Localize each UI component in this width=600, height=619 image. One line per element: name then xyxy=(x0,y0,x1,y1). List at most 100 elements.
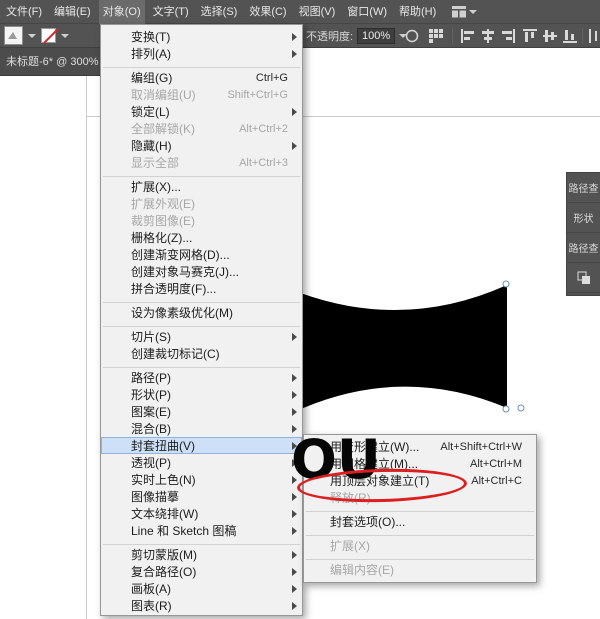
menu-item[interactable]: 复合路径(O) xyxy=(101,563,302,580)
submenu-item[interactable]: 封套选项(O)... xyxy=(304,513,536,530)
menu-item[interactable]: 画板(A) xyxy=(101,580,302,597)
menu-item[interactable]: 创建渐变网格(D)... xyxy=(101,246,302,263)
menu-item[interactable]: 拼合透明度(F)... xyxy=(101,280,302,297)
menu-item[interactable]: 编组(G) Ctrl+G xyxy=(101,69,302,86)
object-menu: 变换(T) 排列(A) 编组(G) Ctrl+G xyxy=(100,24,303,616)
tool-options-caret-icon[interactable] xyxy=(28,34,36,38)
menu-separator xyxy=(304,506,536,513)
menu-separator xyxy=(101,297,302,304)
menu-bar: 文件(F) 编辑(E) 对象(O) 文字(T) 选择(S) 效果(C) 视图(V… xyxy=(0,0,600,24)
menu-item-label: 栅格化(Z)... xyxy=(131,229,192,246)
menu-item-label: 设为像素级优化(M) xyxy=(131,304,233,321)
menu-item-label: 排列(A) xyxy=(131,45,171,62)
menubar-item[interactable]: 文件(F) xyxy=(2,0,46,24)
menu-item[interactable]: 隐藏(H) xyxy=(101,137,302,154)
selection-handle[interactable] xyxy=(503,281,509,287)
menu-item-label: 扩展外观(E) xyxy=(131,195,195,212)
submenu-arrow-icon xyxy=(292,108,297,116)
align-center-horizontal-icon[interactable] xyxy=(480,28,496,44)
selection-handle[interactable] xyxy=(503,406,509,412)
submenu-arrow-icon xyxy=(292,585,297,593)
menu-item[interactable]: 图像描摹 xyxy=(101,488,302,505)
menu-item[interactable]: 创建裁切标记(C) xyxy=(101,345,302,362)
menu-item[interactable]: 设为像素级优化(M) xyxy=(101,304,302,321)
document-tab[interactable]: 未标题-6* @ 300% xyxy=(0,48,104,76)
menubar-item[interactable]: 效果(C) xyxy=(245,0,290,24)
fill-caret-icon[interactable] xyxy=(61,34,69,38)
submenu-arrow-icon xyxy=(292,142,297,150)
menu-item: 裁剪图像(E) xyxy=(101,212,302,229)
menu-item[interactable]: 图案(E) xyxy=(101,403,302,420)
menu-item[interactable]: 剪切蒙版(M) xyxy=(101,546,302,563)
menu-item-shortcut: Alt+Ctrl+2 xyxy=(239,123,296,135)
menubar-item[interactable]: 帮助(H) xyxy=(395,0,440,24)
pathfinder-panel-button[interactable] xyxy=(567,263,600,293)
menu-item[interactable]: 封套扭曲(V) xyxy=(101,437,302,454)
menu-item-label: 透视(P) xyxy=(131,454,171,471)
bowtie-shape[interactable] xyxy=(280,275,530,420)
submenu-arrow-icon xyxy=(292,408,297,416)
submenu-arrow-icon xyxy=(292,391,297,399)
dock-panel-button[interactable]: 路径查 xyxy=(567,173,600,203)
dock-panel-label: 形状 xyxy=(574,210,594,225)
align-bottom-icon[interactable] xyxy=(562,28,578,44)
menu-item[interactable]: 文本绕排(W) xyxy=(101,505,302,522)
menu-item-label: 变换(T) xyxy=(131,28,170,45)
toolbar-separator xyxy=(452,28,453,44)
artboard-left-edge xyxy=(86,48,87,619)
align-left-icon[interactable] xyxy=(460,28,476,44)
menu-item[interactable]: 混合(B) xyxy=(101,420,302,437)
submenu-item-label: 扩展(X) xyxy=(330,537,370,554)
menu-item[interactable]: 形状(P) xyxy=(101,386,302,403)
menu-item-label: 封套扭曲(V) xyxy=(131,437,195,454)
menu-item[interactable]: 图表(R) xyxy=(101,597,302,614)
align-middle-vertical-icon[interactable] xyxy=(542,28,558,44)
align-top-icon[interactable] xyxy=(522,28,538,44)
menubar-item[interactable]: 选择(S) xyxy=(197,0,242,24)
menubar-item[interactable]: 窗口(W) xyxy=(343,0,391,24)
menu-item[interactable]: 路径(P) xyxy=(101,369,302,386)
menu-separator xyxy=(304,530,536,537)
menu-item-label: 编组(G) xyxy=(131,69,172,86)
menu-item-shortcut: Shift+Ctrl+G xyxy=(227,89,296,101)
shape-circle-icon[interactable] xyxy=(404,28,420,44)
tool-options-thumbnail[interactable] xyxy=(4,26,23,45)
submenu-arrow-icon xyxy=(292,551,297,559)
distribute-icon[interactable] xyxy=(588,28,600,44)
menu-item[interactable]: 锁定(L) xyxy=(101,103,302,120)
fill-none-swatch[interactable] xyxy=(41,28,56,43)
align-artboard-icon[interactable] xyxy=(428,28,444,44)
menu-item-label: 画板(A) xyxy=(131,580,171,597)
selection-handle[interactable] xyxy=(518,405,524,411)
chevron-down-icon xyxy=(469,10,477,14)
submenu-item-label: 释放(R) xyxy=(330,489,371,506)
align-right-icon[interactable] xyxy=(500,28,516,44)
menu-separator xyxy=(101,171,302,178)
opacity-value-input[interactable]: 100% xyxy=(357,28,395,44)
illustrator-window: 文件(F) 编辑(E) 对象(O) 文字(T) 选择(S) 效果(C) 视图(V… xyxy=(0,0,600,619)
dock-panel-button[interactable]: 路径查 xyxy=(567,233,600,263)
menubar-item[interactable]: 编辑(E) xyxy=(50,0,95,24)
menu-item[interactable]: Line 和 Sketch 图稿 xyxy=(101,522,302,539)
menu-item[interactable]: 变换(T) xyxy=(101,28,302,45)
menu-item[interactable]: 切片(S) xyxy=(101,328,302,345)
menubar-item[interactable]: 文字(T) xyxy=(149,0,193,24)
menubar-item[interactable]: 视图(V) xyxy=(295,0,340,24)
menu-separator xyxy=(101,362,302,369)
menu-item[interactable]: 创建对象马赛克(J)... xyxy=(101,263,302,280)
workspace-switcher[interactable] xyxy=(452,6,477,18)
menu-item-label: 路径(P) xyxy=(131,369,171,386)
submenu-item: 扩展(X) xyxy=(304,537,536,554)
menubar-item[interactable]: 对象(O) xyxy=(99,0,145,24)
menu-separator xyxy=(101,62,302,69)
menu-item[interactable]: 栅格化(Z)... xyxy=(101,229,302,246)
menu-item[interactable]: 排列(A) xyxy=(101,45,302,62)
menu-item[interactable]: 实时上色(N) xyxy=(101,471,302,488)
submenu-arrow-icon xyxy=(292,374,297,382)
dock-panel-button[interactable]: 形状 xyxy=(567,203,600,233)
menu-item-label: 创建裁切标记(C) xyxy=(131,345,220,362)
canvas-text-object[interactable]: OU xyxy=(291,433,381,487)
menu-item[interactable]: 扩展(X)... xyxy=(101,178,302,195)
menu-item[interactable]: 透视(P) xyxy=(101,454,302,471)
submenu-item-label: 编辑内容(E) xyxy=(330,561,394,578)
